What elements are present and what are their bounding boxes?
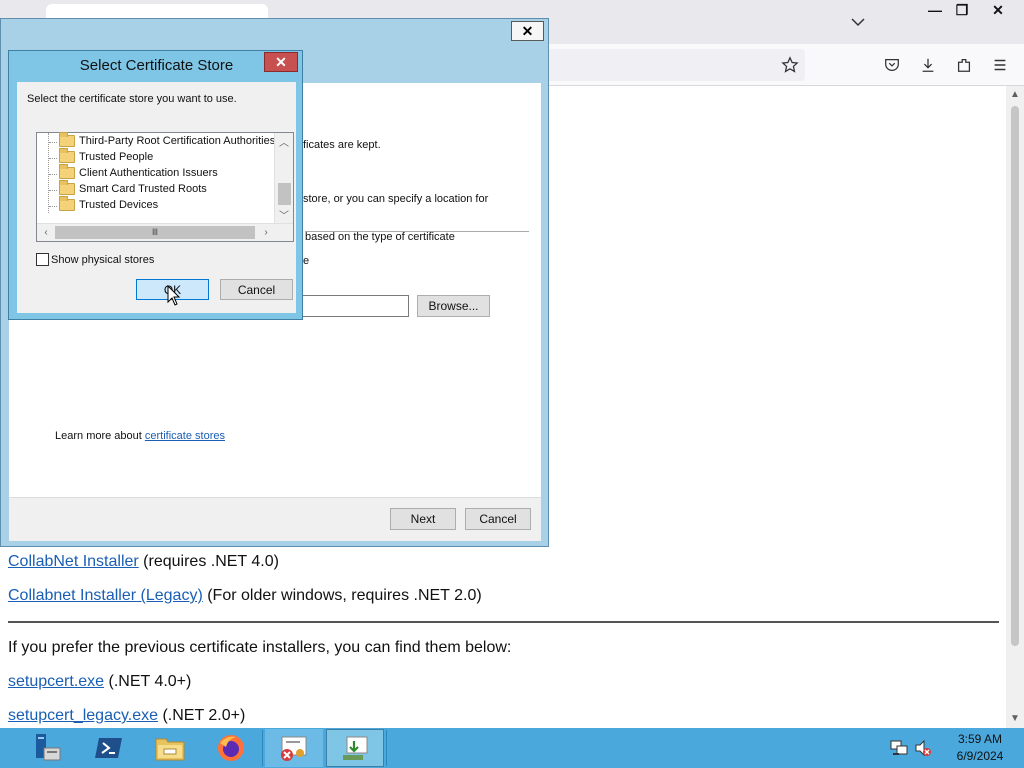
folder-icon <box>59 132 75 147</box>
tree-line <box>49 190 57 191</box>
folder-icon <box>59 148 75 163</box>
tree-item-label: Trusted Devices <box>79 199 159 211</box>
chevron-left-icon[interactable]: ‹ <box>37 224 55 241</box>
certificate-stores-link[interactable]: certificate stores <box>145 430 225 442</box>
tree-item[interactable]: Trusted People <box>59 148 154 163</box>
folder-icon <box>59 164 75 179</box>
page-line-installer-legacy: Collabnet Installer (Legacy) (For older … <box>8 587 482 605</box>
tree-vertical-scrollbar[interactable]: ︿ ﹀ <box>274 133 293 223</box>
dialog-close-button[interactable]: ✕ <box>264 52 298 72</box>
dialog-instruction: Select the certificate store you want to… <box>27 93 237 105</box>
clock-time: 3:59 AM <box>957 732 1003 746</box>
server-manager-icon[interactable] <box>18 729 76 767</box>
scroll-up-icon[interactable]: ▲ <box>1006 86 1024 103</box>
taskbar-separator <box>262 730 263 766</box>
wizard-text-store: store, or you can specify a location for <box>303 193 489 205</box>
tree-line <box>49 174 57 175</box>
extensions-icon[interactable] <box>952 53 976 77</box>
dialog-title: Select Certificate Store <box>79 57 234 74</box>
tree-item-label: Third-Party Root Certification Authoriti… <box>79 135 276 147</box>
learn-more-text: Learn more about certificate stores <box>55 430 225 442</box>
taskbar: 3:59 AM 6/9/2024 <box>0 728 1024 768</box>
tree-item[interactable]: Trusted Devices <box>59 196 159 211</box>
wizard-footer <box>9 497 541 541</box>
powershell-icon[interactable] <box>80 729 138 767</box>
tree-line <box>49 158 57 159</box>
folder-icon <box>59 180 75 195</box>
page-text: (.NET 2.0+) <box>158 707 246 724</box>
pocket-icon[interactable] <box>880 53 904 77</box>
wizard-cancel-button[interactable]: Cancel <box>465 508 531 530</box>
certificate-store-tree[interactable]: Third-Party Root Certification Authoriti… <box>36 132 294 242</box>
wizard-text-fragment: e <box>303 255 310 267</box>
page-paragraph: If you prefer the previous certificate i… <box>8 639 512 656</box>
tree-line <box>49 206 57 207</box>
chevron-right-icon[interactable]: › <box>257 224 275 241</box>
file-explorer-icon[interactable] <box>141 729 199 767</box>
restore-button[interactable]: ❐ <box>945 0 979 20</box>
tree-horizontal-scrollbar[interactable]: ‹ Ⅲ › <box>37 223 293 241</box>
learn-more-label: Learn more about <box>55 430 145 442</box>
select-certificate-store-dialog: Select Certificate Store ✕ Select the ce… <box>8 50 303 320</box>
chevron-down-icon[interactable]: ﹀ <box>275 206 293 223</box>
tree-item[interactable]: Third-Party Root Certification Authoriti… <box>59 132 276 147</box>
tree-item-label: Trusted People <box>79 151 154 163</box>
downloads-icon[interactable] <box>916 53 940 77</box>
speaker-muted-icon[interactable] <box>914 739 932 757</box>
show-physical-stores-label: Show physical stores <box>51 254 155 266</box>
certificate-import-icon[interactable] <box>326 729 384 767</box>
certificate-icon[interactable] <box>265 729 323 767</box>
show-physical-stores-checkbox[interactable] <box>36 253 49 266</box>
horizontal-scroll-thumb[interactable]: Ⅲ <box>55 226 255 239</box>
menu-icon[interactable] <box>988 53 1012 77</box>
system-clock[interactable]: 3:59 AM 6/9/2024 <box>940 731 1020 765</box>
divider <box>8 621 999 623</box>
taskbar-separator <box>386 730 387 766</box>
dialog-client-area: Select the certificate store you want to… <box>17 82 296 313</box>
browse-button[interactable]: Browse... <box>417 295 490 317</box>
tree-item-label: Smart Card Trusted Roots <box>79 183 207 195</box>
vertical-scroll-thumb[interactable] <box>278 183 291 205</box>
wizard-text-kept: ficates are kept. <box>303 139 381 151</box>
page-text: (For older windows, requires .NET 2.0) <box>202 587 482 604</box>
certificate-store-field[interactable] <box>301 295 409 317</box>
page-scrollbar[interactable]: ▲ ▼ <box>1006 86 1024 728</box>
tree-item-label: Client Authentication Issuers <box>79 167 218 179</box>
chevron-up-icon[interactable]: ︿ <box>275 133 293 150</box>
folder-icon <box>59 196 75 211</box>
page-line-setupcert-legacy: setupcert_legacy.exe (.NET 2.0+) <box>8 707 245 725</box>
close-window-button[interactable]: ✕ <box>981 0 1015 20</box>
url-bar[interactable] <box>540 49 805 81</box>
tree-line <box>48 133 49 213</box>
tree-item[interactable]: Client Authentication Issuers <box>59 164 218 179</box>
page-line-setupcert: setupcert.exe (.NET 4.0+) <box>8 673 191 691</box>
wizard-close-button[interactable]: ✕ <box>511 21 544 41</box>
page-line-installer: CollabNet Installer (requires .NET 4.0) <box>8 553 279 571</box>
scrollbar-thumb[interactable] <box>1011 106 1019 646</box>
tree-item[interactable]: Smart Card Trusted Roots <box>59 180 207 195</box>
setupcert-link[interactable]: setupcert.exe <box>8 673 104 690</box>
next-button[interactable]: Next <box>390 508 456 530</box>
wizard-text-based: based on the type of certificate <box>305 231 455 243</box>
tree-line <box>49 142 57 143</box>
dialog-cancel-button[interactable]: Cancel <box>220 279 293 300</box>
clock-date: 6/9/2024 <box>956 749 1004 763</box>
scroll-down-icon[interactable]: ▼ <box>1006 710 1024 727</box>
network-icon[interactable] <box>890 739 908 757</box>
setupcert-legacy-link[interactable]: setupcert_legacy.exe <box>8 707 158 724</box>
collabnet-installer-legacy-link[interactable]: Collabnet Installer (Legacy) <box>8 587 203 604</box>
chevron-down-icon[interactable] <box>846 10 870 34</box>
collabnet-installer-link[interactable]: CollabNet Installer <box>8 553 139 570</box>
page-text: (.NET 4.0+) <box>104 673 192 690</box>
page-text: (requires .NET 4.0) <box>138 553 279 570</box>
firefox-icon[interactable] <box>202 729 260 767</box>
bookmark-star-icon[interactable] <box>778 53 802 77</box>
mouse-pointer-icon <box>167 284 181 307</box>
